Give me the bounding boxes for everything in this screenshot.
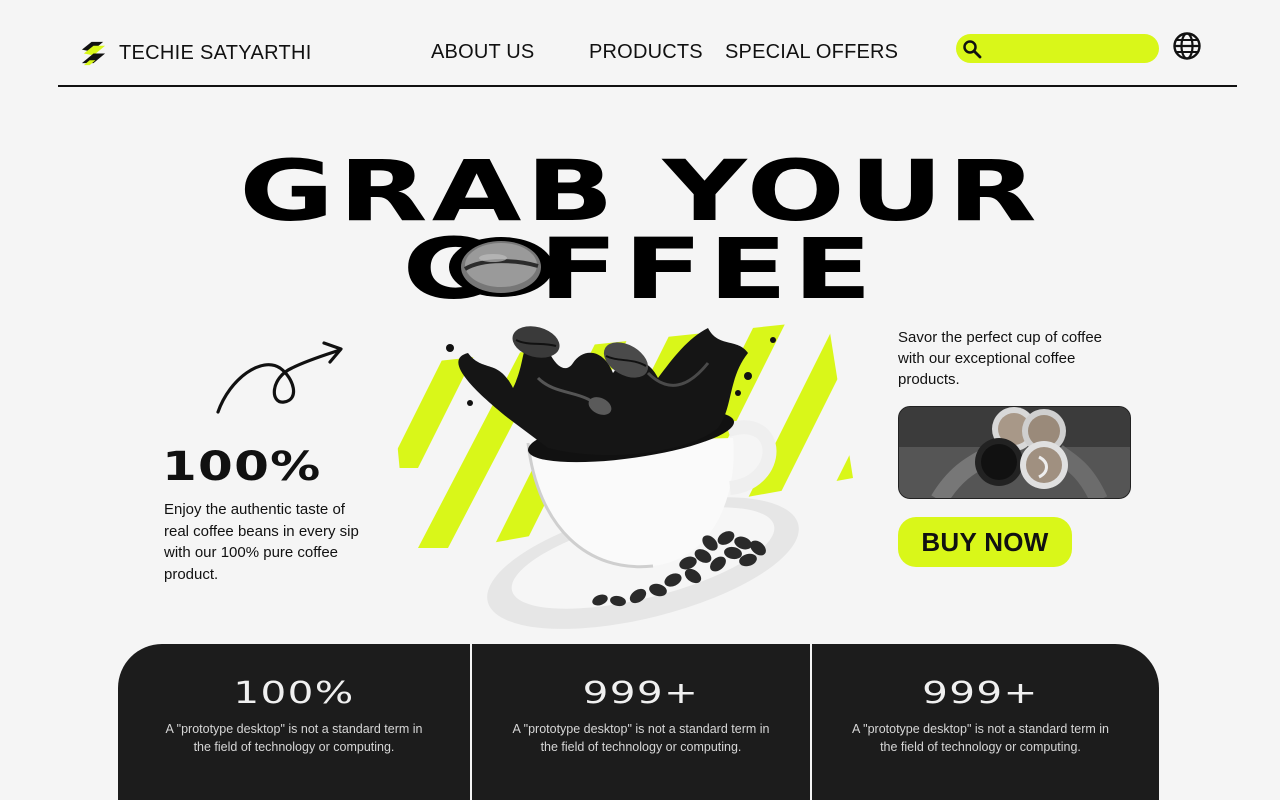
stat-card: 999+ A "prototype desktop" is not a stan… [812, 644, 1149, 800]
search-bar[interactable] [956, 34, 1159, 63]
stat-description: A "prototype desktop" is not a standard … [512, 722, 770, 754]
coffee-bean-letter-o [449, 237, 553, 297]
product-description: Savor the perfect cup of coffee with our… [898, 329, 1103, 388]
search-icon[interactable] [962, 39, 982, 59]
buy-now-button[interactable]: BUY NOW [898, 517, 1072, 567]
search-input[interactable] [986, 37, 1151, 60]
latte-cups-photo [898, 406, 1131, 499]
nav-link-about-us[interactable]: ABOUT US [431, 41, 534, 64]
stat-card: 100% A "prototype desktop" is not a stan… [118, 644, 470, 800]
coffee-splash-illustration [390, 320, 853, 629]
hero-stat-value: 100% [162, 444, 322, 490]
stat-description: A "prototype desktop" is not a standard … [852, 722, 1109, 754]
nav-link-special-offers[interactable]: SPECIAL OFFERS [725, 41, 898, 64]
brand-logo-icon [81, 41, 106, 66]
hero-stat-description: Enjoy the authentic taste of real coffee… [164, 501, 359, 583]
stat-card: 999+ A "prototype desktop" is not a stan… [472, 644, 810, 800]
stat-value: 999+ [922, 676, 1039, 711]
brand[interactable]: TECHIE SATYARTHI [80, 40, 312, 67]
stat-description: A "prototype desktop" is not a standard … [165, 722, 423, 754]
curved-arrow-icon [216, 341, 343, 414]
top-navigation: TECHIE SATYARTHI ABOUT US PRODUCTS SPECI… [58, 30, 1237, 87]
globe-icon[interactable] [1172, 31, 1202, 61]
brand-name: TECHIE SATYARTHI [119, 42, 312, 64]
stats-band: 100% A "prototype desktop" is not a stan… [118, 644, 1159, 800]
hero-title-line-2: C FFEE [402, 220, 878, 318]
nav-link-products[interactable]: PRODUCTS [589, 41, 703, 64]
